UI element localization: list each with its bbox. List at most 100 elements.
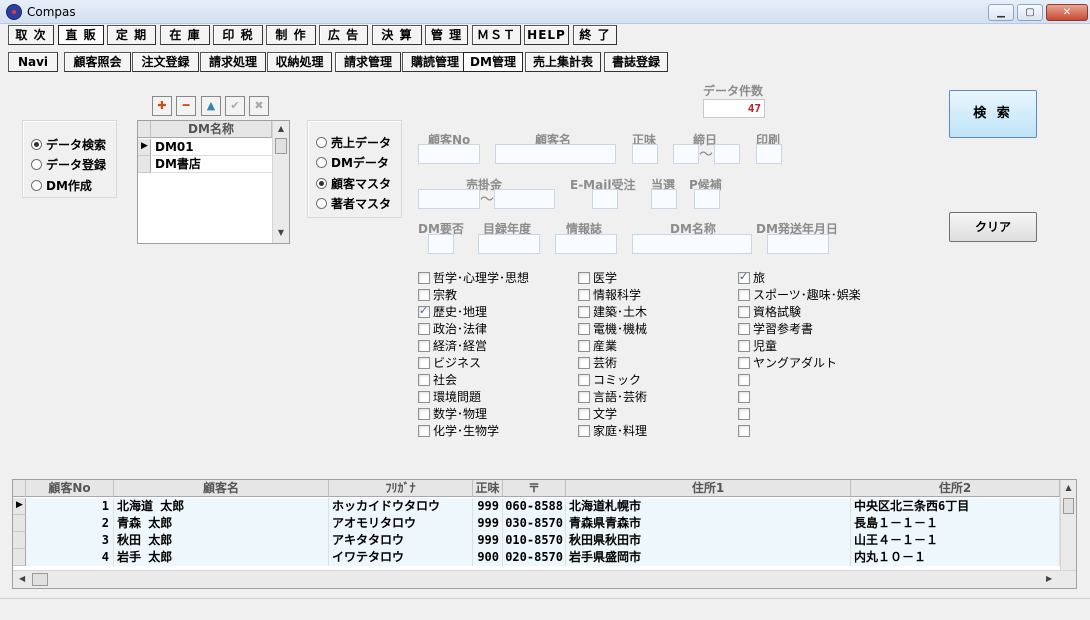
dm-list-scrollbar[interactable]: ▲ ▼ [272,121,289,243]
dm-yohi-input[interactable] [428,234,454,254]
category-checkbox[interactable]: 建築･土木 [578,303,647,320]
category-checkbox[interactable] [738,388,753,405]
category-checkbox[interactable]: 宗教 [418,286,457,303]
customer-no-input[interactable] [418,144,480,164]
category-checkbox[interactable] [738,422,753,439]
scroll-left-icon[interactable]: ◀ [19,574,25,583]
add-icon[interactable]: ✚ [152,96,172,116]
col-customer-no[interactable]: 顧客No [26,480,114,497]
menu-kanri[interactable]: 管 理 [425,25,468,45]
category-checkbox[interactable]: 電機･機械 [578,320,647,337]
category-checkbox[interactable]: 芸術 [578,354,617,371]
category-checkbox[interactable]: 環境問題 [418,388,481,405]
dm-name-input[interactable] [632,234,752,254]
submenu-chumon-toroku[interactable]: 注文登録 [132,52,199,72]
menu-help[interactable]: HELP [524,25,569,45]
move-up-icon[interactable]: ▲ [201,96,221,116]
category-checkbox[interactable]: 化学･生物学 [418,422,499,439]
category-checkbox[interactable]: 資格試験 [738,303,801,320]
submenu-shoshi-toroku[interactable]: 書誌登録 [604,52,668,72]
confirm-icon[interactable]: ✔ [225,96,245,116]
col-postal[interactable]: 〒 [503,480,566,497]
scroll-thumb[interactable] [1063,498,1074,514]
shimebi-from-input[interactable] [673,144,699,164]
dm-list-item[interactable]: DM01 [152,139,272,156]
menu-torigi[interactable]: 取 次 [8,25,54,45]
johoshi-input[interactable] [555,234,617,254]
scroll-down-icon[interactable]: ▼ [273,228,289,237]
mokuroku-input[interactable] [478,234,540,254]
category-checkbox[interactable]: 文学 [578,405,617,422]
category-checkbox[interactable] [738,371,753,388]
seimi-input[interactable] [632,144,658,164]
category-checkbox[interactable]: 言語･芸術 [578,388,647,405]
submenu-navi[interactable]: Navi [8,52,58,72]
category-checkbox[interactable]: 経済･経営 [418,337,487,354]
menu-inzei[interactable]: 印 税 [213,25,263,45]
menu-zaiko[interactable]: 在 庫 [160,25,210,45]
category-checkbox[interactable]: 政治･法律 [418,320,487,337]
scroll-up-icon[interactable]: ▲ [1061,483,1076,492]
dm-date-input[interactable] [767,234,829,254]
submenu-uriage-shukei[interactable]: 売上集計表 [525,52,601,72]
radio-sales-data[interactable]: 売上データ [316,133,391,151]
cancel-icon[interactable]: ✖ [249,96,269,116]
category-checkbox[interactable]: 児童 [738,337,777,354]
scroll-thumb[interactable] [32,573,48,586]
col-customer-name[interactable]: 顧客名 [114,480,329,497]
category-checkbox[interactable]: 社会 [418,371,457,388]
results-hscrollbar[interactable]: ◀ ▶ [13,570,1076,588]
radio-data-register[interactable]: データ登録 [31,155,106,173]
urikake-from-input[interactable] [418,189,480,209]
clear-button[interactable]: クリア [949,212,1037,242]
category-checkbox[interactable]: コミック [578,371,641,388]
category-checkbox[interactable]: 家庭･料理 [578,422,647,439]
scroll-up-icon[interactable]: ▲ [273,124,289,133]
table-row[interactable]: 2 青森 太郎 アオモリタロウ 999 030-8570 青森県青森市 長島１－１－１ [13,515,1060,532]
menu-kessan[interactable]: 決 算 [372,25,422,45]
pkoho-input[interactable] [694,189,720,209]
submenu-kodoku-kanri[interactable]: 購読管理 [402,52,468,72]
table-row[interactable]: ▶ 1 北海道 太郎 ホッカイドウタロウ 999 060-8588 北海道札幌市 中央区北三条… [13,498,1060,515]
category-checkbox[interactable]: 歴史･地理 [418,303,487,320]
category-checkbox[interactable]: ヤングアダルト [738,354,837,371]
close-button[interactable]: ✕ [1046,4,1088,21]
menu-kokoku[interactable]: 広 告 [319,25,368,45]
col-address1[interactable]: 住所1 [566,480,851,497]
tosen-input[interactable] [651,189,677,209]
menu-teiki[interactable]: 定 期 [107,25,156,45]
maximize-button[interactable]: ▢ [1017,4,1043,21]
col-seimi[interactable]: 正味 [473,480,503,497]
menu-mst[interactable]: ＭＳＴ [472,25,521,45]
scroll-thumb[interactable] [275,138,287,154]
category-checkbox[interactable]: 数学･物理 [418,405,487,422]
radio-dm-data[interactable]: DMデータ [316,153,389,171]
col-furigana[interactable]: ﾌﾘｶﾞﾅ [329,480,473,497]
category-checkbox[interactable] [738,405,753,422]
shimebi-to-input[interactable] [714,144,740,164]
customer-name-input[interactable] [495,144,616,164]
category-checkbox[interactable]: 情報科学 [578,286,641,303]
radio-dm-create[interactable]: DM作成 [31,176,92,194]
menu-exit[interactable]: 終 了 [573,25,617,45]
category-checkbox[interactable]: 医学 [578,269,617,286]
category-checkbox[interactable]: 産業 [578,337,617,354]
results-vscrollbar[interactable]: ▲ [1060,480,1076,570]
search-button[interactable]: 検 索 [949,90,1037,138]
remove-icon[interactable]: ━ [176,96,196,116]
submenu-dm-kanri[interactable]: DM管理 [463,52,523,72]
submenu-kokyaku-shokai[interactable]: 顧客照会 [64,52,131,72]
insatsu-input[interactable] [756,144,782,164]
submenu-seikyu-shori[interactable]: 請求処理 [200,52,266,72]
minimize-button[interactable]: ▁ [988,4,1014,21]
category-checkbox[interactable]: スポーツ･趣味･娯楽 [738,286,861,303]
radio-author-master[interactable]: 著者マスタ [316,194,391,212]
category-checkbox[interactable]: ビジネス [418,354,481,371]
menu-chokuhan[interactable]: 直 販 [58,25,104,45]
scroll-right-icon[interactable]: ▶ [1046,574,1052,583]
radio-data-search[interactable]: データ検索 [31,135,106,153]
menu-seisaku[interactable]: 制 作 [266,25,316,45]
dm-list-item[interactable]: DM書店 [152,156,272,173]
radio-customer-master[interactable]: 顧客マスタ [316,174,391,192]
submenu-seikyu-kanri[interactable]: 請求管理 [335,52,401,72]
